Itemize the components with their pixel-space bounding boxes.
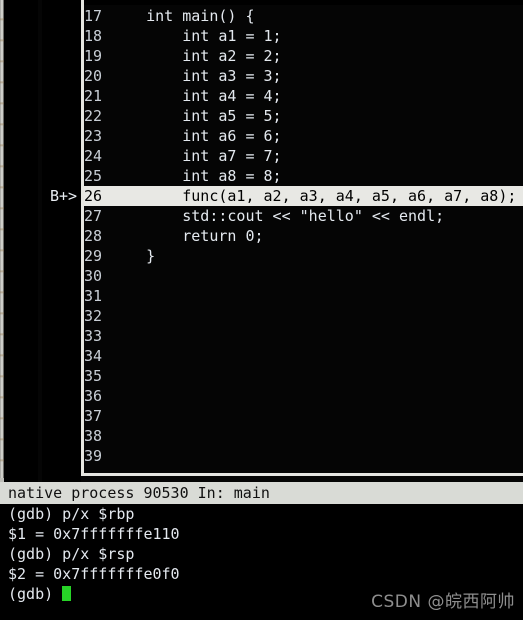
csdn-watermark: CSDN @皖西阿帅 [371, 592, 515, 612]
line-number: 18 [84, 27, 103, 45]
line-number: 23 [84, 127, 103, 145]
line-text: int a1 = 1; [110, 27, 282, 45]
source-line-27[interactable]: 27 std::cout << "hello" << endl; [84, 206, 523, 226]
line-number: 32 [84, 307, 103, 325]
source-line-21[interactable]: 21 int a4 = 4; [84, 86, 523, 106]
line-number: 38 [84, 427, 103, 445]
line-number: 36 [84, 387, 103, 405]
source-line-20[interactable]: 20 int a3 = 3; [84, 66, 523, 86]
source-line-32[interactable]: 32 [84, 306, 523, 326]
line-number: 26 [84, 187, 103, 205]
source-line-31[interactable]: 31 [84, 286, 523, 306]
gdb-command-input-line: (gdb) p/x $rsp [8, 545, 135, 563]
line-text: int a5 = 5; [110, 107, 282, 125]
breakpoint-marker-column[interactable]: B+> [42, 0, 81, 473]
source-line-39[interactable]: 39 [84, 446, 523, 466]
line-number: 30 [84, 267, 103, 285]
source-line-23[interactable]: 23 int a6 = 6; [84, 126, 523, 146]
source-line-19[interactable]: 19 int a2 = 2; [84, 46, 523, 66]
line-number: 39 [84, 447, 103, 465]
source-pane[interactable]: B+> 1617 int main() {18 int a1 = 1;19 in… [38, 0, 523, 482]
line-number: 33 [84, 327, 103, 345]
source-line-33[interactable]: 33 [84, 326, 523, 346]
line-text: std::cout << "hello" << endl; [110, 207, 445, 225]
command-output-lines: (gdb) p/x $rbp $1 = 0x7fffffffe110 (gdb) p… [0, 504, 523, 584]
line-text: func(a1, a2, a3, a4, a5, a6, a7, a8); [110, 187, 517, 205]
line-text: int main() { [110, 7, 255, 25]
gdb-command-output-line: $2 = 0x7fffffffe0f0 [8, 565, 180, 583]
line-number: 25 [84, 167, 103, 185]
line-text: } [110, 247, 156, 265]
source-line-38[interactable]: 38 [84, 426, 523, 446]
source-line-35[interactable]: 35 [84, 366, 523, 386]
line-number: 37 [84, 407, 103, 425]
line-number: 21 [84, 87, 103, 105]
source-line-18[interactable]: 18 int a1 = 1; [84, 26, 523, 46]
line-number: 19 [84, 47, 103, 65]
source-line-24[interactable]: 24 int a7 = 7; [84, 146, 523, 166]
line-number: 22 [84, 107, 103, 125]
gdb-command-input-line: (gdb) p/x $rbp [8, 505, 135, 523]
gdb-prompt-label: (gdb) [8, 585, 63, 603]
line-number: 31 [84, 287, 103, 305]
line-number: 24 [84, 147, 103, 165]
line-text: return 0; [110, 227, 264, 245]
source-line-25[interactable]: 25 int a8 = 8; [84, 166, 523, 186]
source-line-30[interactable]: 30 [84, 266, 523, 286]
source-line-34[interactable]: 34 [84, 346, 523, 366]
line-text: int a7 = 7; [110, 147, 282, 165]
line-number: 29 [84, 247, 103, 265]
source-top-clip-mask [84, 0, 523, 5]
source-line-28[interactable]: 28 return 0; [84, 226, 523, 246]
line-number: 20 [84, 67, 103, 85]
status-bar: native process 90530 In: main [0, 482, 523, 504]
gdb-command-output-line: $1 = 0x7fffffffe110 [8, 525, 180, 543]
text-cursor[interactable] [62, 586, 72, 601]
source-line-36[interactable]: 36 [84, 386, 523, 406]
source-line-17[interactable]: 17 int main() { [84, 6, 523, 26]
source-code-lines[interactable]: 1617 int main() {18 int a1 = 1;19 int a2… [84, 0, 523, 473]
line-text: int a8 = 8; [110, 167, 282, 185]
line-text: int a3 = 3; [110, 67, 282, 85]
gdb-tui-window: B+> 1617 int main() {18 int a1 = 1;19 in… [0, 0, 523, 620]
line-number: 34 [84, 347, 103, 365]
source-line-26[interactable]: 26 func(a1, a2, a3, a4, a5, a6, a7, a8); [84, 186, 523, 206]
line-text: int a2 = 2; [110, 47, 282, 65]
line-number: 17 [84, 7, 103, 25]
line-number: 28 [84, 227, 103, 245]
line-number: 35 [84, 367, 103, 385]
source-line-22[interactable]: 22 int a5 = 5; [84, 106, 523, 126]
breakpoint-marker-icon[interactable]: B+> [50, 186, 77, 206]
line-text: int a6 = 6; [110, 127, 282, 145]
source-pane-bottom-border [81, 473, 523, 476]
source-line-37[interactable]: 37 [84, 406, 523, 426]
line-text: int a4 = 4; [110, 87, 282, 105]
line-number: 27 [84, 207, 103, 225]
source-line-29[interactable]: 29 } [84, 246, 523, 266]
